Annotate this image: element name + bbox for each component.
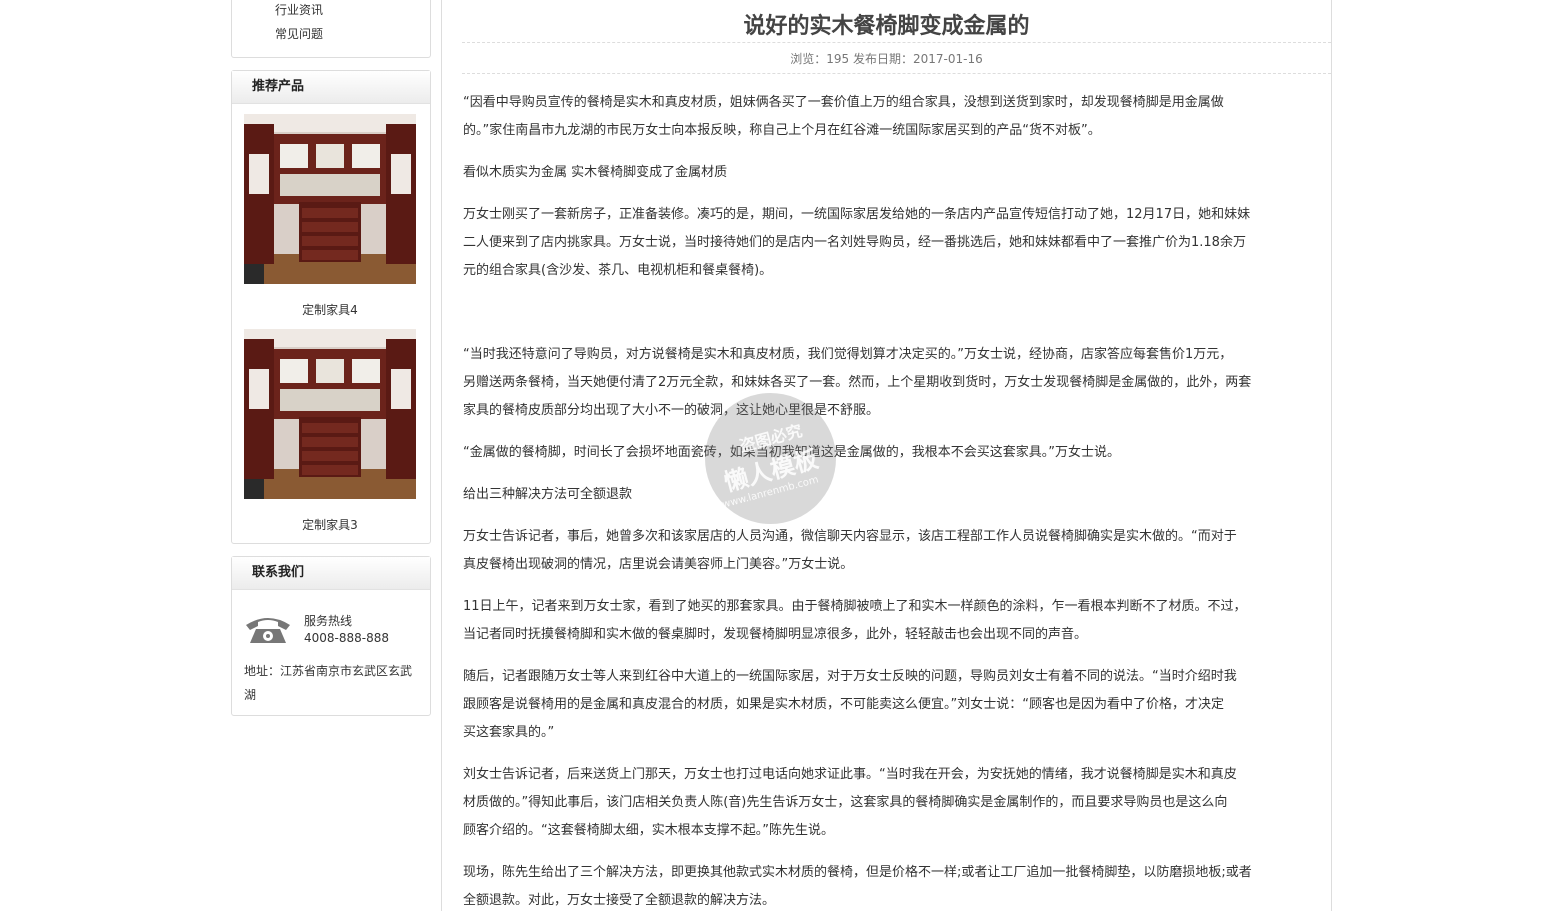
article-paragraph-2: 看似木质实为金属 实木餐椅脚变成了金属材质 [463, 159, 1313, 187]
article-paragraph-9: 随后，记者跟随万女士等人来到红谷中大道上的一统国际家居，对于万女士反映的问题，导… [463, 663, 1313, 747]
article-paragraph-11: 现场，陈先生给出了三个解决方法，即更换其他款式实木材质的餐椅，但是价格不一样;或… [463, 859, 1313, 915]
paragraph-line: 材质做的。”得知此事后，该门店相关负责人陈(音)先生告诉万女士，这套家具的餐椅脚… [463, 795, 1228, 810]
article-meta: 浏览：195 发布日期：2017-01-16 [790, 52, 983, 66]
paragraph-line: “因看中导购员宣传的餐椅是实木和真皮材质，姐妹俩各买了一套价值上万的组合家具，没… [463, 95, 1224, 110]
article-paragraph-5: “金属做的餐椅脚，时间长了会损坏地面瓷砖，如果当初我知道这是金属做的，我根本不会… [463, 439, 1313, 467]
category-item-faq[interactable]: 常见问题 [275, 25, 323, 42]
category-list: 行业资讯 常见问题 [231, 0, 431, 58]
paragraph-line: 万女士刚买了一套新房子，正准备装修。凑巧的是，期间，一统国际家居发给她的一条店内… [463, 207, 1251, 222]
product-image-wardrobe[interactable] [244, 329, 416, 499]
article-paragraph-10: 刘女士告诉记者，后来送货上门那天，万女士也打过电话向她求证此事。“当时我在开会，… [463, 761, 1313, 845]
meta-divider [462, 73, 1331, 74]
paragraph-line: 当记者同时抚摸餐椅脚和实木做的餐桌脚时，发现餐椅脚明显凉很多，此外，轻轻敲击也会… [463, 627, 1088, 642]
category-item-news[interactable]: 行业资讯 [275, 1, 323, 18]
article-title: 说好的实木餐椅脚变成金属的 [743, 14, 1030, 39]
article-container: 说好的实木餐椅脚变成金属的 浏览：195 发布日期：2017-01-16 “因看… [441, 0, 1332, 911]
product-name[interactable]: 定制家具4 [244, 301, 416, 318]
paragraph-line: 看似木质实为金属 实木餐椅脚变成了金属材质 [463, 165, 728, 180]
paragraph-line: 11日上午，记者来到万女士家，看到了她买的那套家具。由于餐椅脚被喷上了和实木一样… [463, 599, 1247, 614]
paragraph-line: 跟顾客是说餐椅用的是金属和真皮混合的材质，如果是实木材质，不可能卖这么便宜。”刘… [463, 697, 1224, 712]
product-image-wardrobe[interactable] [244, 114, 416, 284]
paragraph-line: 给出三种解决方法可全额退款 [463, 487, 633, 502]
article-paragraph-1: “因看中导购员宣传的餐椅是实木和真皮材质，姐妹俩各买了一套价值上万的组合家具，没… [463, 89, 1313, 145]
paragraph-line: “当时我还特意问了导购员，对方说餐椅是实木和真皮材质，我们觉得划算才决定买的。”… [463, 347, 1233, 362]
address-label: 地址： [244, 664, 281, 678]
telephone-icon [244, 613, 292, 645]
article-paragraph-4: “当时我还特意问了导购员，对方说餐椅是实木和真皮材质，我们觉得划算才决定买的。”… [463, 341, 1313, 425]
paragraph-line: 买这套家具的。” [463, 725, 555, 740]
paragraph-line: 顾客介绍的。“这套餐椅脚太细，实木根本支撑不起。”陈先生说。 [463, 823, 834, 838]
product-card-3[interactable]: 定制家具3 [244, 329, 416, 533]
hotline-number: 4008-888-888 [304, 631, 390, 645]
paragraph-line: 万女士告诉记者，事后，她曾多次和该家居店的人员沟通，微信聊天内容显示，该店工程部… [463, 529, 1237, 544]
article-paragraph-7: 万女士告诉记者，事后，她曾多次和该家居店的人员沟通，微信聊天内容显示，该店工程部… [463, 523, 1313, 579]
product-card-4[interactable]: 定制家具4 [244, 114, 416, 318]
hotline-label: 服务热线 [304, 614, 353, 628]
paragraph-line: 二人便来到了店内挑家具。万女士说，当时接待她们的是店内一名刘姓导购员，经一番挑选… [463, 235, 1246, 250]
contact-title: 联系我们 [232, 557, 430, 590]
paragraph-line: 另赠送两条餐椅，当天她便付清了2万元全款，和妹妹各买了一套。然而，上个星期收到货… [463, 375, 1252, 390]
paragraph-line: 元的组合家具(含沙发、茶几、电视机柜和餐桌餐椅)。 [463, 263, 773, 278]
paragraph-line: 真皮餐椅出现破洞的情况，店里说会请美容师上门美容。”万女士说。 [463, 557, 854, 572]
service-hotline: 服务热线 4008-888-888 [304, 613, 389, 647]
paragraph-line: 的。”家住南昌市九龙湖的市民万女士向本报反映，称自己上个月在红谷滩一统国际家居买… [463, 123, 1101, 138]
address: 地址：江苏省南京市玄武区玄武湖 [244, 659, 422, 707]
recommend-products-panel: 推荐产品 定制家具4 定制家具3 [231, 70, 431, 544]
product-name[interactable]: 定制家具3 [244, 516, 416, 533]
paragraph-line: 刘女士告诉记者，后来送货上门那天，万女士也打过电话向她求证此事。“当时我在开会，… [463, 767, 1237, 782]
paragraph-line: “金属做的餐椅脚，时间长了会损坏地面瓷砖，如果当初我知道这是金属做的，我根本不会… [463, 445, 1120, 460]
contact-panel: 联系我们 服务热线 4008-888-888 地址：江苏省南京市玄武区玄武湖 [231, 556, 431, 716]
title-divider [462, 42, 1331, 43]
article-paragraph-6: 给出三种解决方法可全额退款 [463, 481, 1313, 509]
article-paragraph-3: 万女士刚买了一套新房子，正准备装修。凑巧的是，期间，一统国际家居发给她的一条店内… [463, 201, 1313, 285]
article-paragraph-8: 11日上午，记者来到万女士家，看到了她买的那套家具。由于餐椅脚被喷上了和实木一样… [463, 593, 1313, 649]
recommend-products-title: 推荐产品 [232, 71, 430, 104]
paragraph-line: 现场，陈先生给出了三个解决方法，即更换其他款式实木材质的餐椅，但是价格不一样;或… [463, 865, 1252, 880]
paragraph-line: 家具的餐椅皮质部分均出现了大小不一的破洞，这让她心里很是不舒服。 [463, 403, 880, 418]
paragraph-line: 随后，记者跟随万女士等人来到红谷中大道上的一统国际家居，对于万女士反映的问题，导… [463, 669, 1237, 684]
